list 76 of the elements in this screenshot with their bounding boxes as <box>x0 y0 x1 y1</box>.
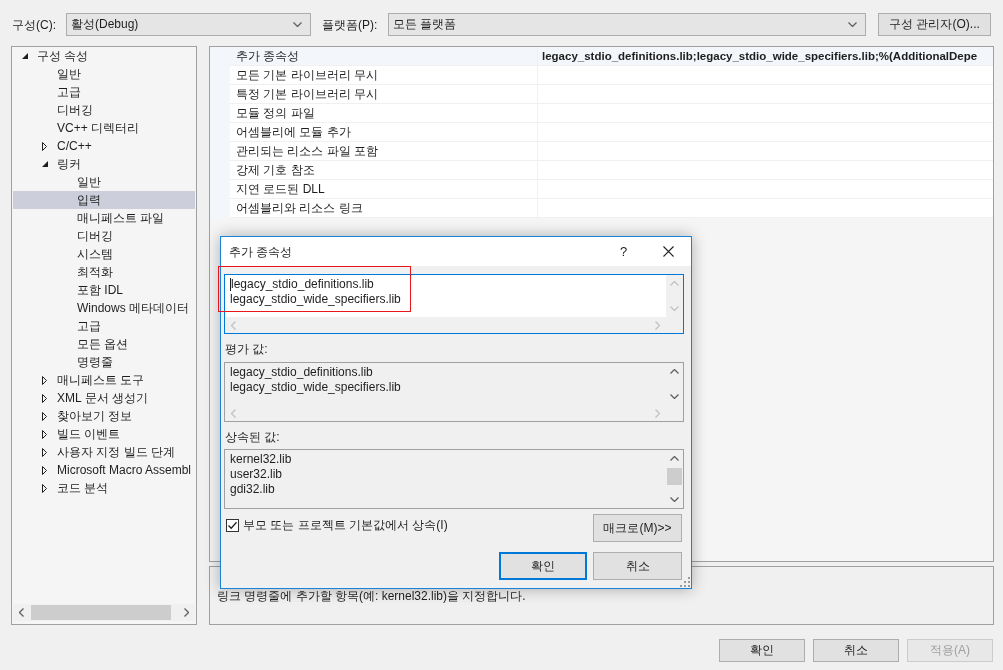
chevron-left-icon[interactable] <box>19 608 24 617</box>
property-row[interactable]: 강제 기호 참조 <box>210 161 993 180</box>
tree-item[interactable]: 일반 <box>13 65 195 83</box>
chevron-down-icon <box>848 22 857 27</box>
property-row[interactable]: 관리되는 리소스 파일 포함 <box>210 142 993 161</box>
tree-item[interactable]: C/C++ <box>13 137 195 155</box>
field-label: 플랫폼(P): <box>322 17 378 32</box>
caret-right-icon[interactable] <box>42 429 47 439</box>
caret-right-icon[interactable] <box>42 483 47 493</box>
dialog-button[interactable]: 확인 <box>719 639 805 662</box>
tree-item[interactable]: 고급 <box>13 83 195 101</box>
caret-right-icon[interactable] <box>42 447 47 457</box>
property-name: 어셈블리와 리소스 링크 <box>230 199 538 218</box>
configuration-dropdown[interactable]: 활성(Debug) <box>66 13 311 36</box>
tree-item[interactable]: 고급 <box>13 317 195 335</box>
dialog-button[interactable]: 확인 <box>499 552 587 580</box>
tree-item[interactable]: 찾아보기 정보 <box>13 407 195 425</box>
tree-item[interactable]: 구성 속성 <box>13 47 195 65</box>
tree-item[interactable]: 시스템 <box>13 245 195 263</box>
tree-item[interactable]: 매니페스트 파일 <box>13 209 195 227</box>
tree-item[interactable]: 매니페스트 도구 <box>13 371 195 389</box>
description-text: 링크 명령줄에 추가할 항목(예: kernel32.lib)을 지정합니다. <box>217 589 526 603</box>
dialog-button[interactable]: 취소 <box>813 639 899 662</box>
tree-item[interactable]: 모든 옵션 <box>13 335 195 353</box>
help-button[interactable]: ? <box>601 237 646 266</box>
property-row[interactable]: 모든 기본 라이브러리 무시 <box>210 66 993 85</box>
caret-down-icon[interactable] <box>22 53 28 59</box>
tree-item[interactable]: XML 문서 생성기 <box>13 389 195 407</box>
property-row[interactable]: 특정 기본 라이브러리 무시 <box>210 85 993 104</box>
scrollbar-thumb[interactable] <box>31 605 171 620</box>
resize-grip-icon[interactable] <box>680 577 690 587</box>
chevron-right-icon[interactable] <box>184 608 189 617</box>
dialog-button[interactable]: 취소 <box>593 552 682 580</box>
scrollbar-thumb[interactable] <box>667 468 682 485</box>
tree-item[interactable]: 일반 <box>13 173 195 191</box>
platform-dropdown[interactable]: 모든 플랫폼 <box>388 13 866 36</box>
property-row[interactable]: 어셈블리와 리소스 링크 <box>210 199 993 218</box>
dialog-title: 추가 종속성 <box>229 244 293 259</box>
tree-item[interactable]: 최적화 <box>13 263 195 281</box>
checkbox[interactable] <box>226 519 239 532</box>
caret-right-icon[interactable] <box>42 411 47 421</box>
tree-item[interactable]: 사용자 지정 빌드 단계 <box>13 443 195 461</box>
caret-down-icon[interactable] <box>42 161 48 167</box>
property-row[interactable]: 지연 로드된 DLL <box>210 180 993 199</box>
chevron-down-icon[interactable] <box>670 394 679 399</box>
tree-item[interactable]: 코드 분석 <box>13 479 195 497</box>
caret-right-icon[interactable] <box>42 375 47 385</box>
field-label: 구성(C): <box>12 17 56 32</box>
chevron-up-icon[interactable] <box>670 456 679 461</box>
tree-item[interactable]: 입력 <box>13 191 195 209</box>
tree-item[interactable]: 포함 IDL <box>13 281 195 299</box>
tree-item[interactable]: 디버깅 <box>13 101 195 119</box>
configuration-manager-button[interactable]: 구성 관리자(O)... <box>878 13 991 36</box>
caret-right-icon[interactable] <box>42 393 47 403</box>
caret-right-icon[interactable] <box>42 465 47 475</box>
tree-item[interactable]: 빌드 이벤트 <box>13 425 195 443</box>
evaluated-value-field[interactable]: legacy_stdio_definitions.lib legacy_stdio_wide_specifiers.lib <box>224 362 684 422</box>
chevron-down-icon[interactable] <box>670 497 679 502</box>
chevron-down-icon <box>293 22 302 27</box>
close-icon <box>663 246 674 257</box>
section-label: 평가 값: <box>225 342 268 356</box>
caret-right-icon[interactable] <box>42 141 47 151</box>
macro-button[interactable]: 매크로(M)>> <box>593 514 682 542</box>
section-label: 상속된 값: <box>225 430 280 444</box>
checkbox-label[interactable]: 부모 또는 프로젝트 기본값에서 상속(I) <box>243 518 448 532</box>
tree-item[interactable]: Windows 메타데이터 <box>13 299 195 317</box>
property-row[interactable]: 모듈 정의 파일 <box>210 104 993 123</box>
tree-item[interactable]: VC++ 디렉터리 <box>13 119 195 137</box>
tree-item[interactable]: 링커 <box>13 155 195 173</box>
inherited-value-field[interactable]: kernel32.lib user32.lib gdi32.lib <box>224 449 684 509</box>
tree-item[interactable]: 디버깅 <box>13 227 195 245</box>
property-row[interactable]: 어셈블리에 모듈 추가 <box>210 123 993 142</box>
tree-item[interactable]: 명령줄 <box>13 353 195 371</box>
chevron-up-icon[interactable] <box>670 369 679 374</box>
text-cursor <box>230 278 231 291</box>
tree-item[interactable]: Microsoft Macro Assembl <box>13 461 195 479</box>
